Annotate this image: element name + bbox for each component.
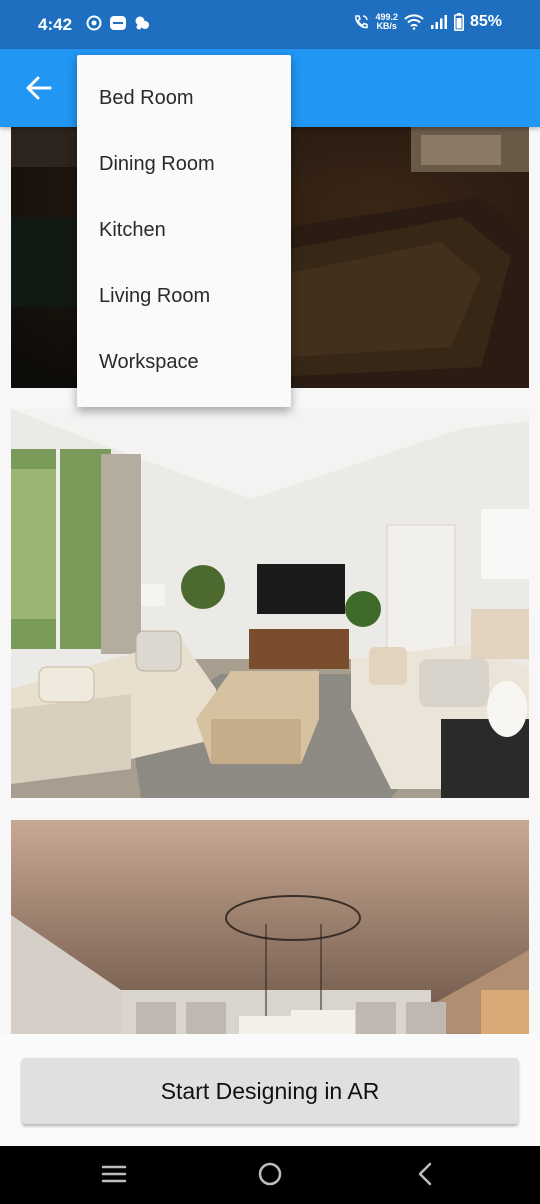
recents-button[interactable] bbox=[100, 1160, 128, 1193]
menu-item-kitchen[interactable]: Kitchen bbox=[77, 197, 291, 263]
status-time: 4:42 bbox=[38, 15, 73, 34]
notification-icons bbox=[86, 15, 150, 31]
start-designing-ar-button[interactable]: Start Designing in AR bbox=[22, 1058, 518, 1124]
wifi-call-icon bbox=[355, 15, 369, 29]
network-speed-unit: KB/s bbox=[376, 21, 397, 31]
menu-item-dining-room[interactable]: Dining Room bbox=[77, 131, 291, 197]
menu-item-workspace[interactable]: Workspace bbox=[77, 329, 291, 395]
room-image bbox=[11, 820, 529, 1034]
battery-level: 85% bbox=[469, 13, 502, 30]
wifi-icon bbox=[404, 14, 424, 30]
dining-room-photo[interactable] bbox=[11, 820, 529, 1034]
arrow-left-icon bbox=[26, 76, 52, 100]
status-bar: 4:42 499.2 KB/s 85% bbox=[0, 0, 540, 49]
living-room-photo[interactable] bbox=[11, 409, 529, 798]
signal-icon bbox=[430, 15, 447, 29]
network-speed: 499.2 KB/s bbox=[375, 13, 398, 31]
bottom-action-area: Start Designing in AR bbox=[0, 1034, 540, 1146]
room-category-menu: Bed Room Dining Room Kitchen Living Room… bbox=[77, 55, 291, 407]
app-notification-icon bbox=[86, 15, 102, 31]
app-notification-icon bbox=[110, 16, 126, 30]
home-button[interactable] bbox=[256, 1160, 284, 1193]
battery-icon bbox=[453, 13, 464, 31]
status-indicators: 499.2 KB/s 85% bbox=[353, 13, 502, 31]
nav-back-button[interactable] bbox=[412, 1160, 440, 1193]
menu-item-living-room[interactable]: Living Room bbox=[77, 263, 291, 329]
menu-item-bed-room[interactable]: Bed Room bbox=[77, 65, 291, 131]
room-image bbox=[11, 409, 529, 798]
back-icon bbox=[418, 1162, 432, 1186]
system-nav-bar bbox=[0, 1146, 540, 1204]
home-icon bbox=[258, 1162, 282, 1186]
app-notification-icon bbox=[135, 16, 149, 30]
recents-icon bbox=[101, 1165, 127, 1183]
back-button[interactable] bbox=[22, 73, 56, 103]
